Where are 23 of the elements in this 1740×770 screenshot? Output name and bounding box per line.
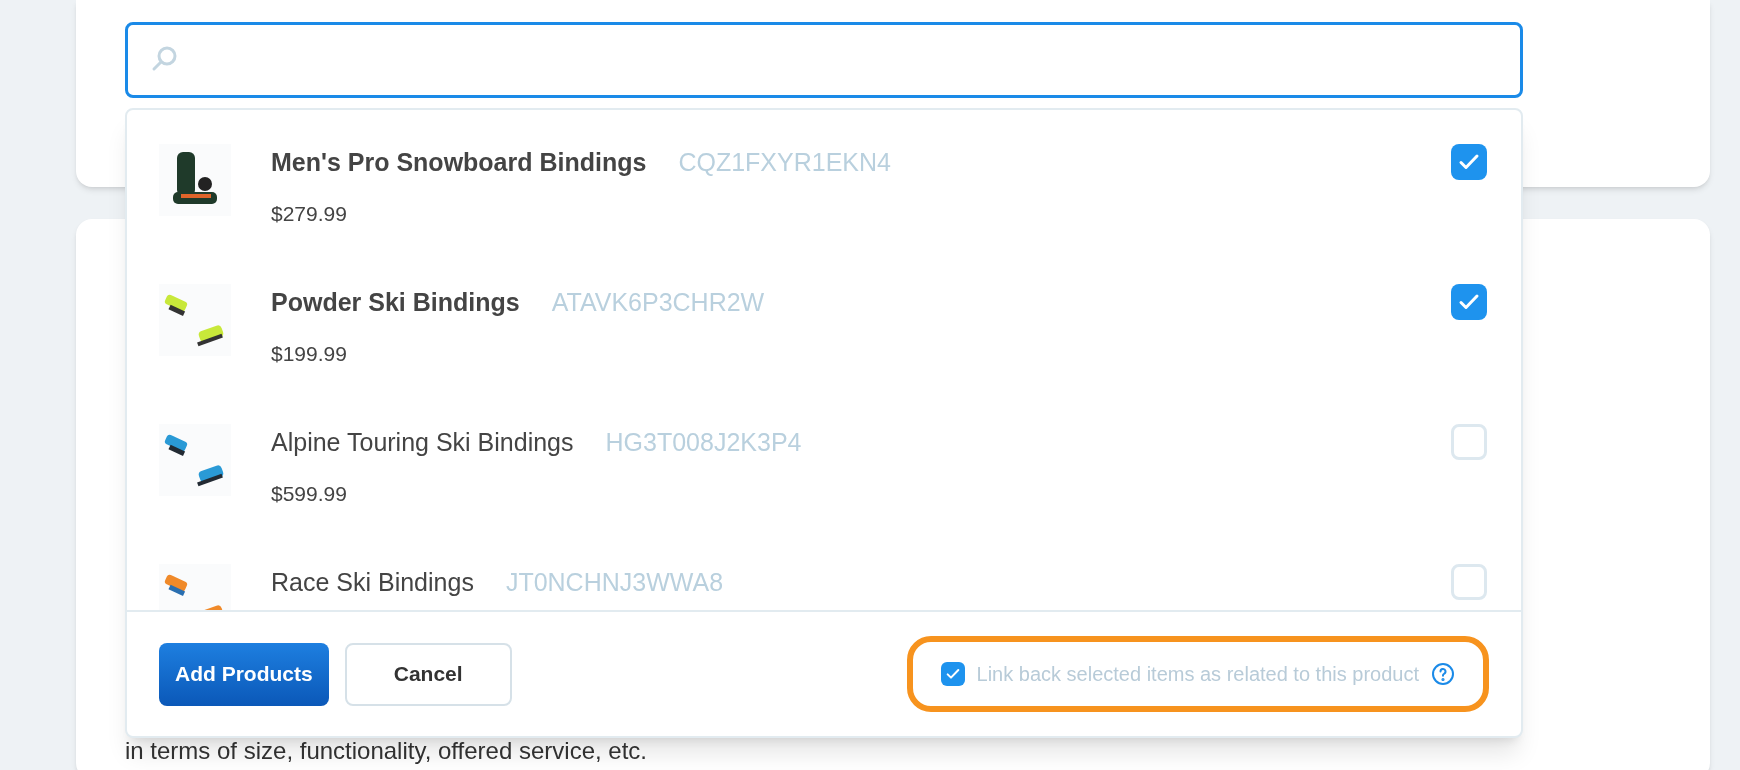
product-name: Race Ski Bindings xyxy=(271,567,474,598)
product-sku: CQZ1FXYR1EKN4 xyxy=(678,147,891,178)
description-text: in terms of size, functionality, offered service, etc. xyxy=(125,736,648,766)
product-checkbox[interactable] xyxy=(1451,284,1487,320)
product-checkbox[interactable] xyxy=(1451,144,1487,180)
product-price: $599.99 xyxy=(271,480,348,507)
product-price: $279.99 xyxy=(271,200,348,227)
add-products-button[interactable]: Add Products xyxy=(159,642,329,706)
product-name: Powder Ski Bindings xyxy=(271,287,520,318)
product-sku: HG3T008J2K3P4 xyxy=(605,427,802,458)
product-sku: ATAVK6P3CHR2W xyxy=(551,287,765,318)
product-name: Alpine Touring Ski Bindings xyxy=(271,427,574,458)
link-back-checkbox[interactable] xyxy=(940,662,965,686)
link-back-label: Link back selected items as related to this product xyxy=(976,662,1419,687)
product-price: $199.99 xyxy=(271,340,348,367)
search-field[interactable] xyxy=(125,22,1523,98)
cancel-button[interactable]: Cancel xyxy=(344,642,512,706)
product-sku: JT0NCHNJ3WWA8 xyxy=(505,567,724,598)
check-icon xyxy=(944,666,961,682)
help-icon[interactable] xyxy=(1431,662,1455,686)
product-checkbox[interactable] xyxy=(1451,424,1487,460)
product-name: Men's Pro Snowboard Bindings xyxy=(271,147,647,178)
product-checkbox[interactable] xyxy=(1451,564,1487,600)
